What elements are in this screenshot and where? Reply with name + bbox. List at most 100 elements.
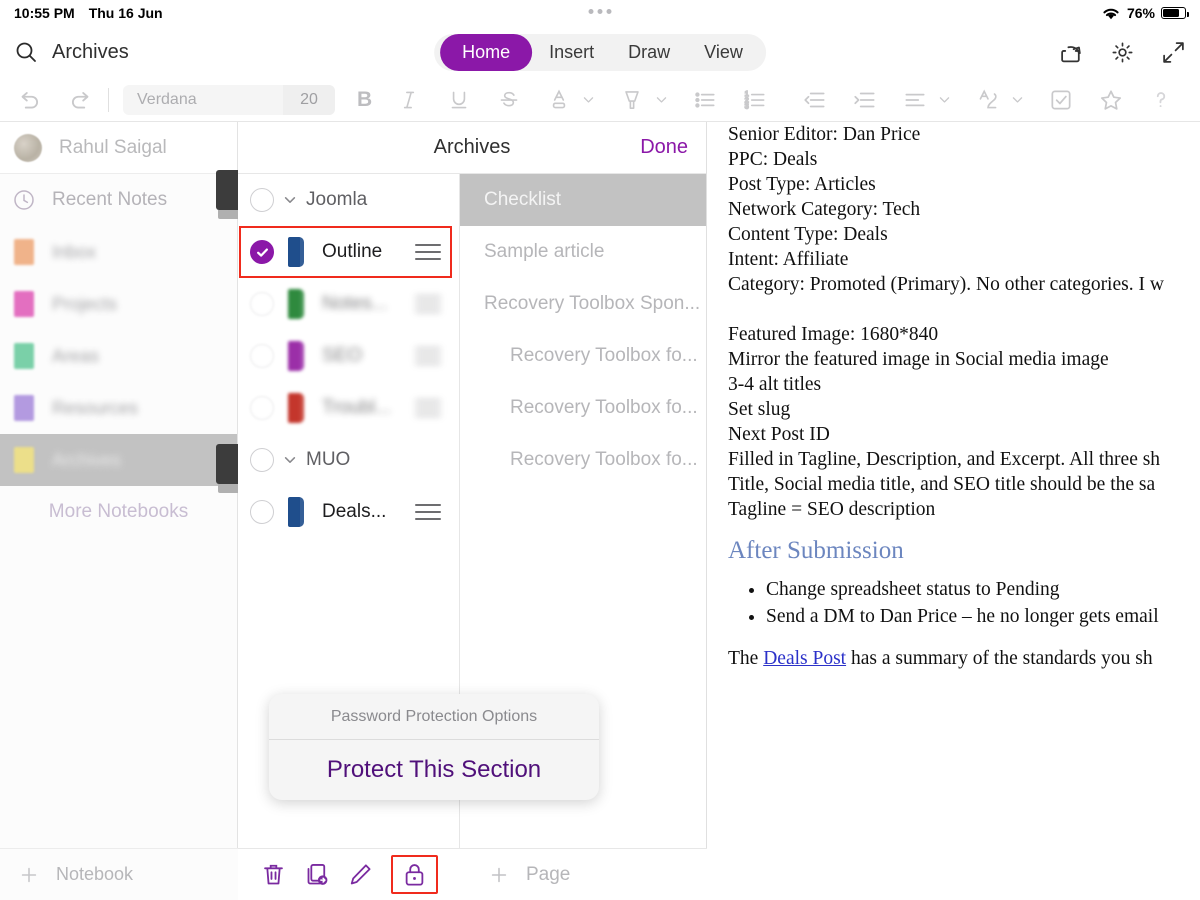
tab-home[interactable]: Home [440, 34, 532, 71]
avatar[interactable] [14, 134, 42, 162]
select-radio[interactable] [250, 344, 274, 368]
add-page-button[interactable]: Page [460, 864, 707, 886]
sidebar-item-areas[interactable]: Areas [0, 330, 237, 382]
numbered-list-button[interactable]: 1 2 3 [742, 87, 768, 113]
move-section-icon[interactable] [304, 861, 331, 888]
protect-this-section-button[interactable]: Protect This Section [269, 740, 599, 800]
password-protection-popup: Password Protection Options Protect This… [269, 694, 599, 800]
more-notebooks-button[interactable]: More Notebooks [0, 486, 237, 538]
notebook-sidebar: Rahul Saigal Recent Notes Inbox Projects… [0, 122, 238, 900]
svg-text:3: 3 [745, 103, 749, 110]
font-control-group[interactable]: Verdana 20 [123, 85, 335, 115]
note-line: Content Type: Deals [728, 222, 1200, 247]
section-group-label: Joomla [306, 189, 367, 211]
drag-handle-icon[interactable] [415, 400, 441, 416]
page-row-sample-article[interactable]: Sample article [460, 226, 706, 278]
underline-button[interactable] [446, 87, 472, 113]
drag-handle-icon[interactable] [415, 348, 441, 364]
select-radio[interactable] [250, 448, 274, 472]
chevron-down-icon[interactable] [1011, 93, 1024, 106]
page-row-checklist[interactable]: Checklist [460, 174, 706, 226]
lock-section-icon[interactable] [401, 861, 428, 888]
expand-icon[interactable] [1161, 40, 1186, 65]
highlight-button[interactable] [619, 87, 645, 113]
plus-icon [18, 864, 40, 886]
page-row-recovery-toolbox-sponsored[interactable]: Recovery Toolbox Spon... [460, 278, 706, 330]
note-bullet-item: Send a DM to Dan Price – he no longer ge… [766, 603, 1200, 630]
sections-panel: Archives Done Joomla Ou [238, 122, 707, 900]
bold-button[interactable]: B [357, 88, 372, 112]
undo-icon[interactable] [16, 87, 42, 113]
todo-button[interactable] [1048, 87, 1074, 113]
delete-section-icon[interactable] [260, 861, 287, 888]
window-grabber[interactable] [589, 9, 612, 14]
star-button[interactable] [1098, 87, 1124, 113]
section-row-troubleshooting[interactable]: Troubl... [238, 382, 459, 434]
select-radio[interactable] [250, 396, 274, 420]
align-button[interactable] [902, 87, 928, 113]
italic-button[interactable] [396, 87, 422, 113]
add-notebook-button[interactable]: Notebook [0, 848, 238, 900]
select-radio[interactable] [250, 292, 274, 316]
done-button[interactable]: Done [640, 136, 688, 159]
section-row-notes[interactable]: Notes... [238, 278, 459, 330]
tab-draw[interactable]: Draw [611, 34, 687, 71]
section-row-outline[interactable]: Outline [238, 226, 459, 278]
share-icon[interactable] [1059, 40, 1084, 65]
add-page-label: Page [526, 864, 570, 886]
note-canvas[interactable]: Senior Editor: Dan Price PPC: Deals Post… [708, 122, 1200, 900]
sidebar-item-inbox[interactable]: Inbox [0, 226, 237, 278]
drag-handle-icon[interactable] [415, 504, 441, 520]
select-radio[interactable] [250, 188, 274, 212]
redo-icon[interactable] [68, 87, 94, 113]
section-row-deals[interactable]: Deals... [238, 486, 459, 538]
popup-header-label: Password Protection Options [269, 694, 599, 740]
notebook-tab-marker[interactable] [216, 170, 238, 210]
page-row-recovery-toolbox-3[interactable]: Recovery Toolbox fo... [460, 434, 706, 486]
tab-insert[interactable]: Insert [532, 34, 611, 71]
drag-handle-icon[interactable] [415, 296, 441, 312]
chevron-down-icon[interactable] [283, 193, 297, 207]
font-color-button[interactable] [546, 87, 572, 113]
font-name-field[interactable]: Verdana [123, 91, 283, 109]
decrease-indent-button[interactable] [802, 87, 828, 113]
sidebar-item-archives[interactable]: Archives [0, 434, 237, 486]
tab-view[interactable]: View [687, 34, 760, 71]
ios-status-bar: 10:55 PM Thu 16 Jun 76% [0, 0, 1200, 26]
question-button[interactable] [1148, 87, 1174, 113]
note-closing-prefix: The [728, 648, 763, 669]
sidebar-item-projects[interactable]: Projects [0, 278, 237, 330]
note-line: Next Post ID [728, 422, 1200, 447]
chevron-down-icon[interactable] [582, 93, 595, 106]
section-row-seo[interactable]: SEO [238, 330, 459, 382]
chevron-down-icon[interactable] [655, 93, 668, 106]
section-label: SEO [322, 345, 362, 367]
gear-icon[interactable] [1110, 40, 1135, 65]
sidebar-item-resources[interactable]: Resources [0, 382, 237, 434]
notebook-tab-marker[interactable] [216, 444, 238, 484]
rename-section-icon[interactable] [347, 861, 374, 888]
page-row-recovery-toolbox-1[interactable]: Recovery Toolbox fo... [460, 330, 706, 382]
search-icon[interactable] [14, 40, 38, 64]
app-ribbon: Archives Home Insert Draw View [0, 26, 1200, 78]
add-notebook-label: Notebook [56, 864, 133, 885]
chevron-down-icon[interactable] [938, 93, 951, 106]
notebook-color-swatch [14, 343, 34, 369]
select-radio[interactable] [250, 500, 274, 524]
sidebar-item-recent-notes[interactable]: Recent Notes [0, 174, 237, 226]
status-date: Thu 16 Jun [89, 5, 163, 21]
account-row[interactable]: Rahul Saigal [0, 122, 237, 174]
strikethrough-button[interactable] [496, 87, 522, 113]
styles-button[interactable] [975, 87, 1001, 113]
increase-indent-button[interactable] [852, 87, 878, 113]
section-group-joomla[interactable]: Joomla [238, 174, 459, 226]
deals-post-link[interactable]: Deals Post [763, 648, 846, 669]
font-size-field[interactable]: 20 [283, 85, 335, 115]
text-format-buttons: B [357, 87, 768, 113]
section-group-muo[interactable]: MUO [238, 434, 459, 486]
bullet-list-button[interactable] [692, 87, 718, 113]
chevron-down-icon[interactable] [283, 453, 297, 467]
page-row-recovery-toolbox-2[interactable]: Recovery Toolbox fo... [460, 382, 706, 434]
note-line: Senior Editor: Dan Price [728, 122, 1200, 147]
note-line: Featured Image: 1680*840 [728, 322, 1200, 347]
